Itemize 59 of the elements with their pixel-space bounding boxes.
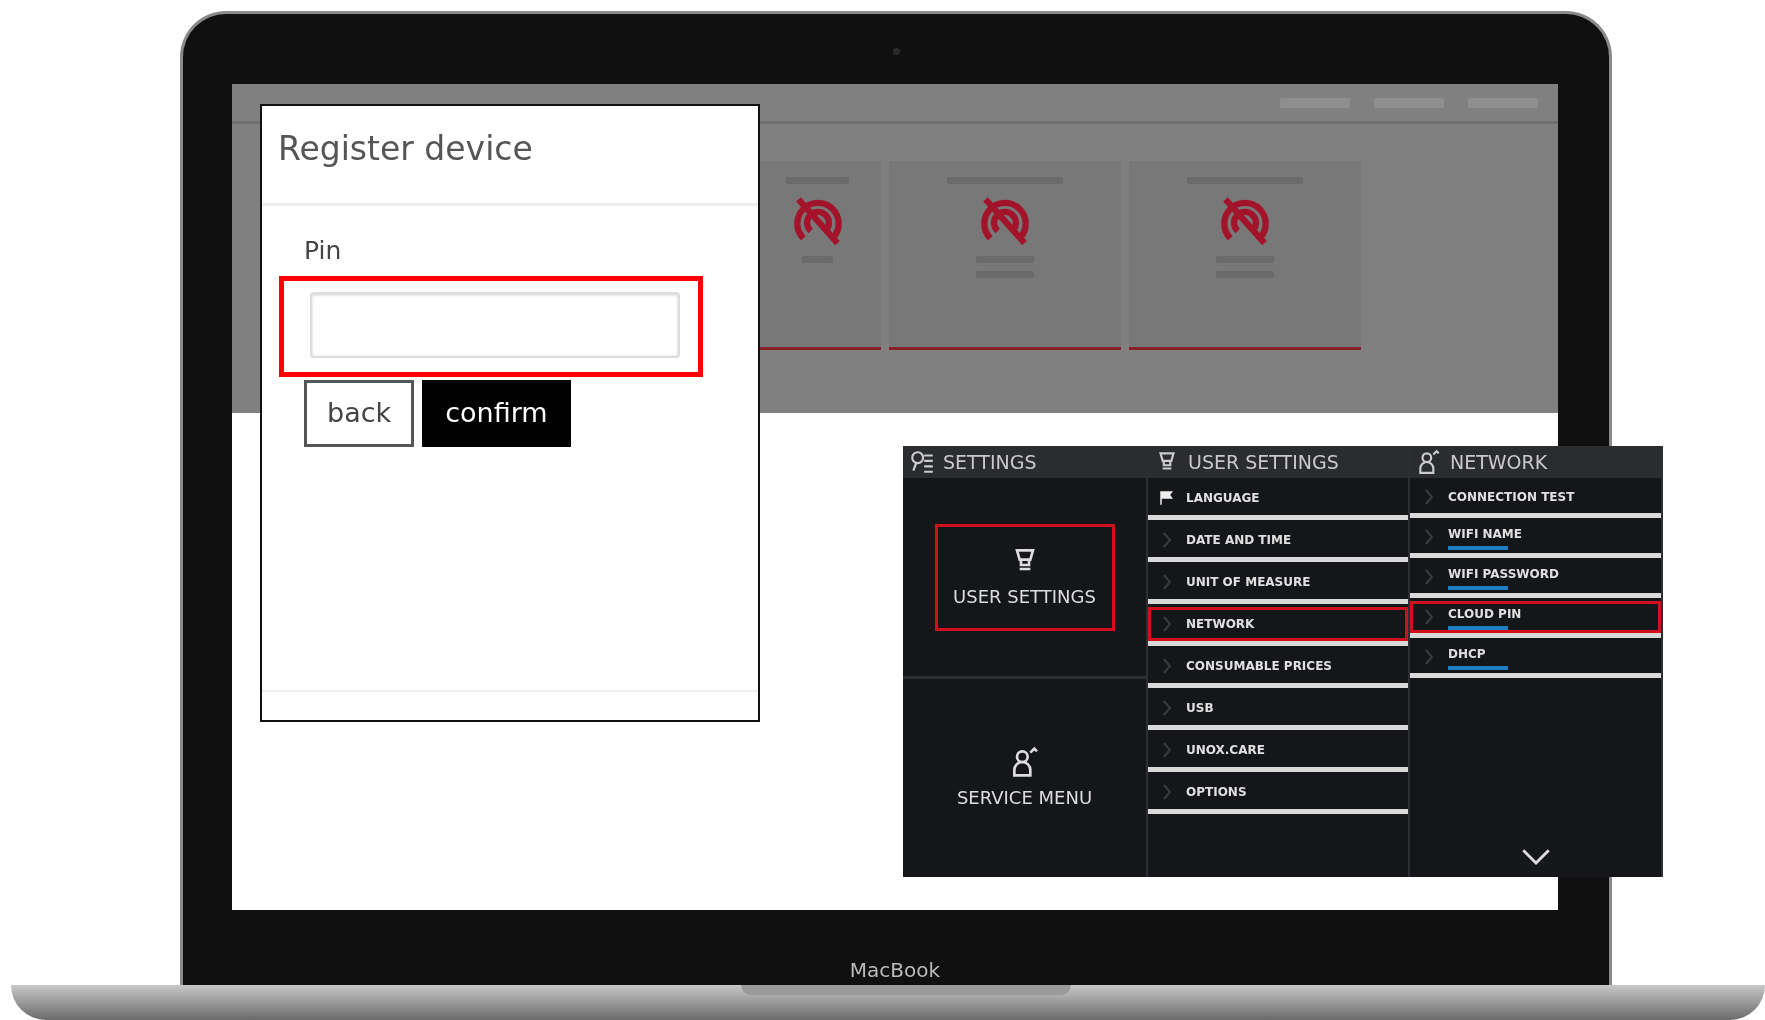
settings-list-item[interactable]: WIFI NAME [1410,518,1661,558]
chevron-right-icon [1425,649,1433,665]
column-title: NETWORK [1450,449,1548,475]
camera-dot [893,48,900,55]
chevron-right-icon [1425,609,1433,625]
settings-list-item[interactable]: DHCP [1410,638,1661,678]
item-label: UNOX.CARE [1186,742,1265,759]
settings-list-item[interactable]: DATE AND TIME [1148,520,1408,562]
settings-list-item[interactable]: NETWORK [1148,604,1408,646]
item-label: OPTIONS [1186,784,1247,801]
settings-list-item[interactable]: OPTIONS [1148,772,1408,814]
settings-list-item[interactable]: CLOUD PIN [1410,598,1661,638]
settings-list-item[interactable]: WIFI PASSWORD [1410,558,1661,598]
settings-tile[interactable]: USER SETTINGS [934,523,1115,631]
settings-list-item[interactable]: USB [1148,688,1408,730]
item-label: DHCP [1448,645,1487,663]
item-label: WIFI PASSWORD [1448,565,1559,583]
chevron-right-icon [1163,700,1171,716]
laptop-brand-label: MacBook [848,957,942,984]
chevron-right-icon [1163,532,1171,548]
chevron-right-icon [1163,574,1171,590]
chevron-right-icon [1163,742,1171,758]
settings-tile[interactable]: SERVICE MENU [934,724,1115,832]
pin-input-field[interactable] [310,291,680,358]
tile-label: SERVICE MENU [956,785,1093,810]
item-label: LANGUAGE [1186,490,1260,507]
chevron-right-icon [1425,529,1433,545]
settings-list-item[interactable]: CONSUMABLE PRICES [1148,646,1408,688]
item-label: UNIT OF MEASURE [1186,574,1311,591]
item-label: WIFI NAME [1448,525,1522,543]
technician-icon [1416,449,1442,475]
dialog-title: Register device [262,106,758,206]
settings-list-item[interactable]: LANGUAGE [1148,478,1408,520]
confirm-button[interactable]: confirm [422,379,571,447]
chevron-right-icon [1425,569,1433,585]
pin-label: Pin [304,235,343,267]
blurred-value [1448,545,1508,550]
column-title: SETTINGS [943,449,1037,475]
tile-label: USER SETTINGS [953,584,1096,609]
settings-list-item[interactable]: UNOX.CARE [1148,730,1408,772]
back-button[interactable]: back [304,379,415,447]
blurred-value [1448,585,1508,590]
settings-list-item[interactable]: UNIT OF MEASURE [1148,562,1408,604]
search-list-icon [909,449,935,475]
blurred-value [1448,665,1508,670]
item-label: CONSUMABLE PRICES [1186,658,1332,675]
blurred-value [1448,625,1508,630]
chevron-right-icon [1163,658,1171,674]
column-title: USER SETTINGS [1188,449,1339,475]
item-label: CONNECTION TEST [1448,489,1575,506]
flag-icon [1158,489,1176,507]
item-label: NETWORK [1186,616,1255,633]
chevron-right-icon [1425,489,1433,505]
item-label: CLOUD PIN [1448,605,1522,623]
settings-list-item[interactable]: CONNECTION TEST [1410,478,1661,518]
item-label: USB [1186,700,1214,717]
chevron-right-icon [1163,616,1171,632]
item-label: DATE AND TIME [1186,532,1292,549]
chevron-right-icon [1163,784,1171,800]
